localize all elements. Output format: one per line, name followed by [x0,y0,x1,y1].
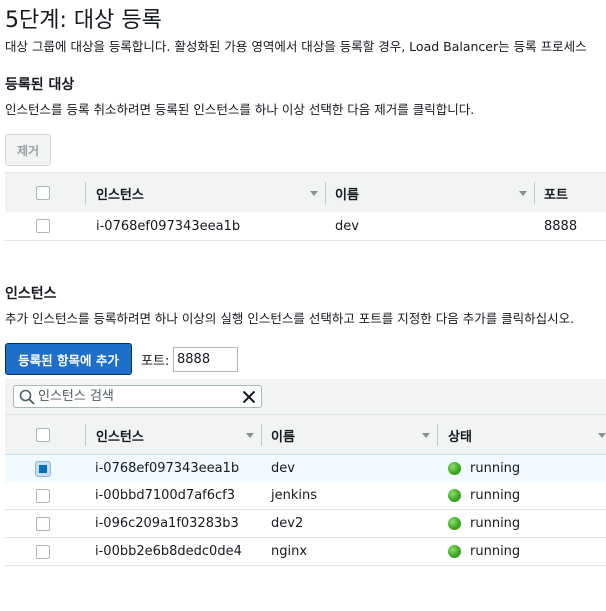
table-row[interactable]: i-0768ef097343eea1b dev running [5,454,606,483]
sort-caret-down-icon[interactable] [519,191,527,196]
status-running-icon [448,489,461,502]
table-row[interactable]: i-096c209a1f03283b3 dev2 running [5,510,606,538]
status-running-icon [448,462,461,475]
search-box[interactable] [13,385,262,408]
column-header-instance[interactable]: 인스턴스 [96,415,144,455]
name-cell: jenkins [271,488,318,503]
instance-id-cell: i-096c209a1f03283b3 [95,516,239,531]
status-cell: running [470,516,521,531]
status-cell: running [470,488,521,503]
row-checkbox[interactable] [35,460,51,477]
instances-table-header: 인스턴스 이름 상태 [5,414,606,456]
filter-bar [5,379,606,414]
sort-caret-down-icon[interactable] [422,433,430,438]
row-checkbox[interactable] [36,219,50,233]
registered-table-header: 인스턴스 이름 포트 [5,172,606,214]
search-icon [19,389,35,405]
instance-id-cell: i-0768ef097343eea1b [96,218,241,234]
add-to-registered-button[interactable]: 등록된 항목에 추가 [5,343,132,375]
instance-id-cell: i-00bb2e6b8dedc0de4 [95,544,242,559]
close-icon[interactable] [242,390,256,404]
instances-table: 인스턴스 이름 상태 i-0768ef097343eea1b dev runni… [5,414,606,570]
sort-caret-down-icon[interactable] [598,433,606,438]
table-row[interactable]: i-00bbd7100d7af6cf3 jenkins running [5,482,606,510]
registered-targets-table: 인스턴스 이름 포트 i-0768ef097343eea1b dev 8888 [5,172,606,242]
row-checkbox[interactable] [36,544,50,559]
registered-section-title: 등록된 대상 [5,77,75,93]
port-cell: 8888 [544,218,578,234]
status-cell: running [470,544,521,559]
row-checkbox[interactable] [36,488,50,503]
select-all-registered-checkbox[interactable] [36,186,50,200]
name-cell: dev [335,218,359,234]
instances-section-description: 추가 인스턴스를 등록하려면 하나 이상의 실행 인스턴스를 선택하고 포트를 … [5,311,575,326]
instances-section-title: 인스턴스 [5,286,57,302]
status-cell: running [470,461,521,476]
status-running-icon [448,517,461,530]
name-cell: nginx [271,544,308,559]
registered-section-description: 인스턴스를 등록 취소하려면 등록된 인스턴스를 하나 이상 선택한 다음 제거… [5,102,475,117]
sort-caret-down-icon[interactable] [310,191,318,196]
column-header-instance[interactable]: 인스턴스 [96,173,144,213]
instance-id-cell: i-0768ef097343eea1b [95,461,240,476]
column-header-status[interactable]: 상태 [448,415,472,455]
page-title: 5단계: 대상 등록 [5,8,162,33]
column-header-name[interactable]: 이름 [271,415,295,455]
name-cell: dev2 [271,516,304,531]
port-input[interactable] [173,347,238,372]
table-row[interactable]: i-00bb2e6b8dedc0de4 nginx running [5,538,606,566]
port-label: 포트: [141,354,170,369]
sort-caret-down-icon[interactable] [246,433,254,438]
name-cell: dev [271,461,295,476]
column-header-name[interactable]: 이름 [335,173,359,213]
remove-button[interactable]: 제거 [5,134,51,166]
search-input[interactable] [38,387,233,406]
table-row[interactable]: i-0768ef097343eea1b dev 8888 [5,212,606,241]
instance-id-cell: i-00bbd7100d7af6cf3 [95,488,236,503]
status-running-icon [448,545,461,558]
column-header-port[interactable]: 포트 [544,173,568,213]
page-description: 대상 그룹에 대상을 등록합니다. 활성화된 가용 영역에서 대상을 등록할 경… [5,39,587,54]
row-checkbox[interactable] [36,516,50,531]
select-all-instances-checkbox[interactable] [36,428,50,442]
